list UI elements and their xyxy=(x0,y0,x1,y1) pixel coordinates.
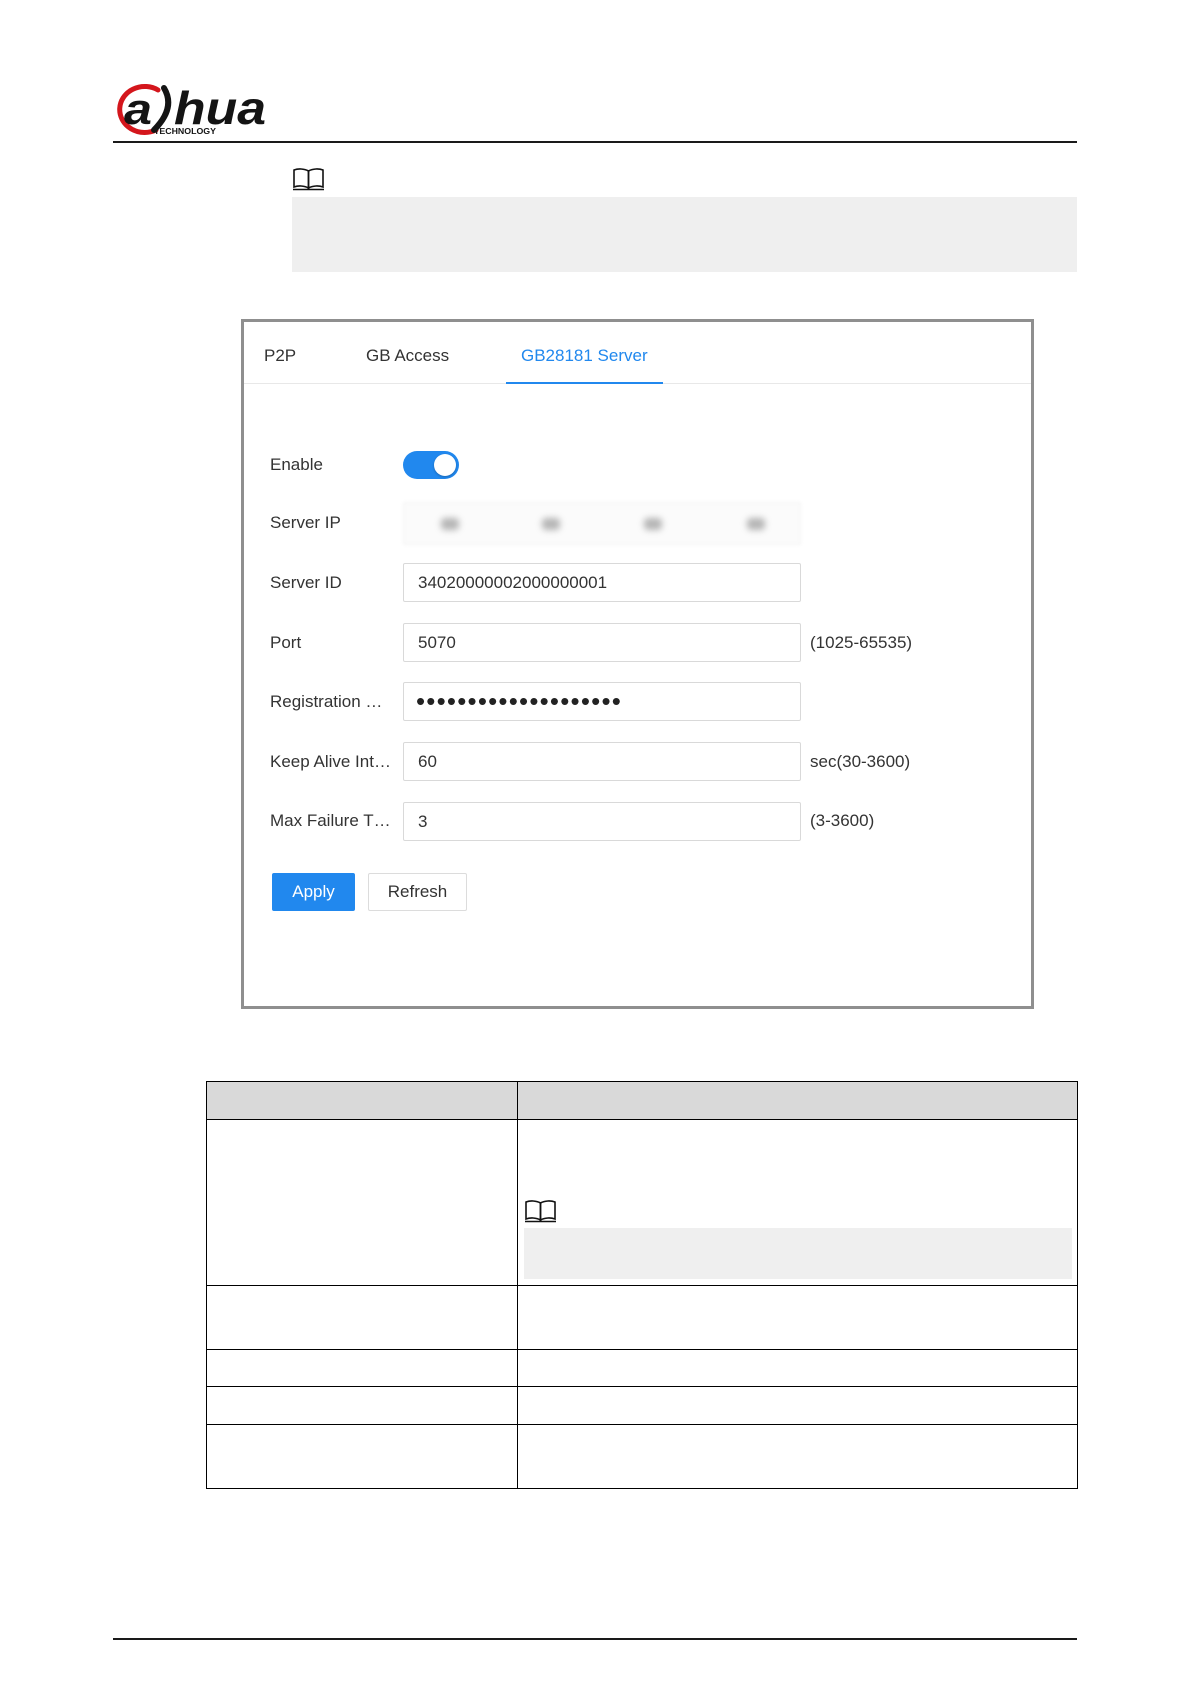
logo-mark-letter: a xyxy=(124,85,152,134)
tab-gb28181-server[interactable]: GB28181 Server xyxy=(506,336,663,384)
table-cell xyxy=(206,1349,518,1387)
ip-octet-1 xyxy=(441,518,459,530)
apply-button[interactable]: Apply xyxy=(272,873,355,911)
tab-gb-access[interactable]: GB Access xyxy=(351,336,464,384)
table-cell xyxy=(517,1349,1078,1387)
table-header-cell-parameter xyxy=(206,1081,518,1120)
keep-alive-range-hint: sec(30-3600) xyxy=(810,752,911,771)
max-failure-range-hint: (3-3600) xyxy=(810,811,875,830)
table-cell xyxy=(206,1424,518,1489)
port-input[interactable] xyxy=(403,623,801,662)
table-cell xyxy=(517,1424,1078,1489)
note-box xyxy=(292,197,1077,272)
note-box xyxy=(524,1228,1072,1279)
server-ip-label: Server IP xyxy=(270,513,341,532)
logo-hook xyxy=(151,85,172,133)
table-cell xyxy=(517,1119,1078,1286)
book-note-icon xyxy=(525,1200,556,1223)
max-failure-times-label: Max Failure T… xyxy=(270,811,391,830)
enable-toggle[interactable] xyxy=(403,451,459,479)
ip-octet-3 xyxy=(644,518,662,530)
table-cell xyxy=(206,1386,518,1425)
table-row xyxy=(206,1349,1078,1387)
parameter-table xyxy=(206,1081,1078,1489)
table-header-cell-description xyxy=(517,1081,1078,1120)
keep-alive-interval-label: Keep Alive Int… xyxy=(270,752,391,771)
table-cell xyxy=(517,1285,1078,1350)
book-note-icon xyxy=(293,168,324,191)
port-range-hint: (1025-65535) xyxy=(810,633,913,652)
registration-password-label: Registration … xyxy=(270,692,383,711)
table-row xyxy=(206,1119,1078,1286)
server-id-label: Server ID xyxy=(270,573,342,592)
toggle-knob xyxy=(434,454,456,476)
footer-rule xyxy=(113,1638,1077,1640)
max-failure-times-input[interactable] xyxy=(403,802,801,841)
table-cell xyxy=(517,1386,1078,1425)
ip-octet-4 xyxy=(747,518,765,530)
registration-password-input[interactable] xyxy=(403,682,801,721)
port-label: Port xyxy=(270,633,302,652)
dahua-logo: a hua TECHNOLOGY xyxy=(117,82,266,136)
server-ip-input[interactable] xyxy=(403,502,801,545)
table-row xyxy=(206,1424,1078,1489)
gb28181-settings-screenshot: P2P GB Access GB28181 Server Enable Serv… xyxy=(241,319,1034,1009)
table-row xyxy=(206,1285,1078,1350)
logo-tagline: TECHNOLOGY xyxy=(154,127,217,136)
server-id-input[interactable] xyxy=(403,563,801,602)
table-row xyxy=(206,1386,1078,1425)
table-cell xyxy=(206,1285,518,1350)
refresh-button[interactable]: Refresh xyxy=(368,873,467,911)
header-rule xyxy=(113,141,1077,143)
ip-octet-2 xyxy=(542,518,560,530)
keep-alive-interval-input[interactable] xyxy=(403,742,801,781)
enable-label: Enable xyxy=(270,455,323,474)
tab-bar: P2P GB Access GB28181 Server xyxy=(244,322,1031,384)
tab-p2p[interactable]: P2P xyxy=(249,336,311,384)
table-cell xyxy=(206,1119,518,1286)
table-header-row xyxy=(206,1081,1078,1120)
